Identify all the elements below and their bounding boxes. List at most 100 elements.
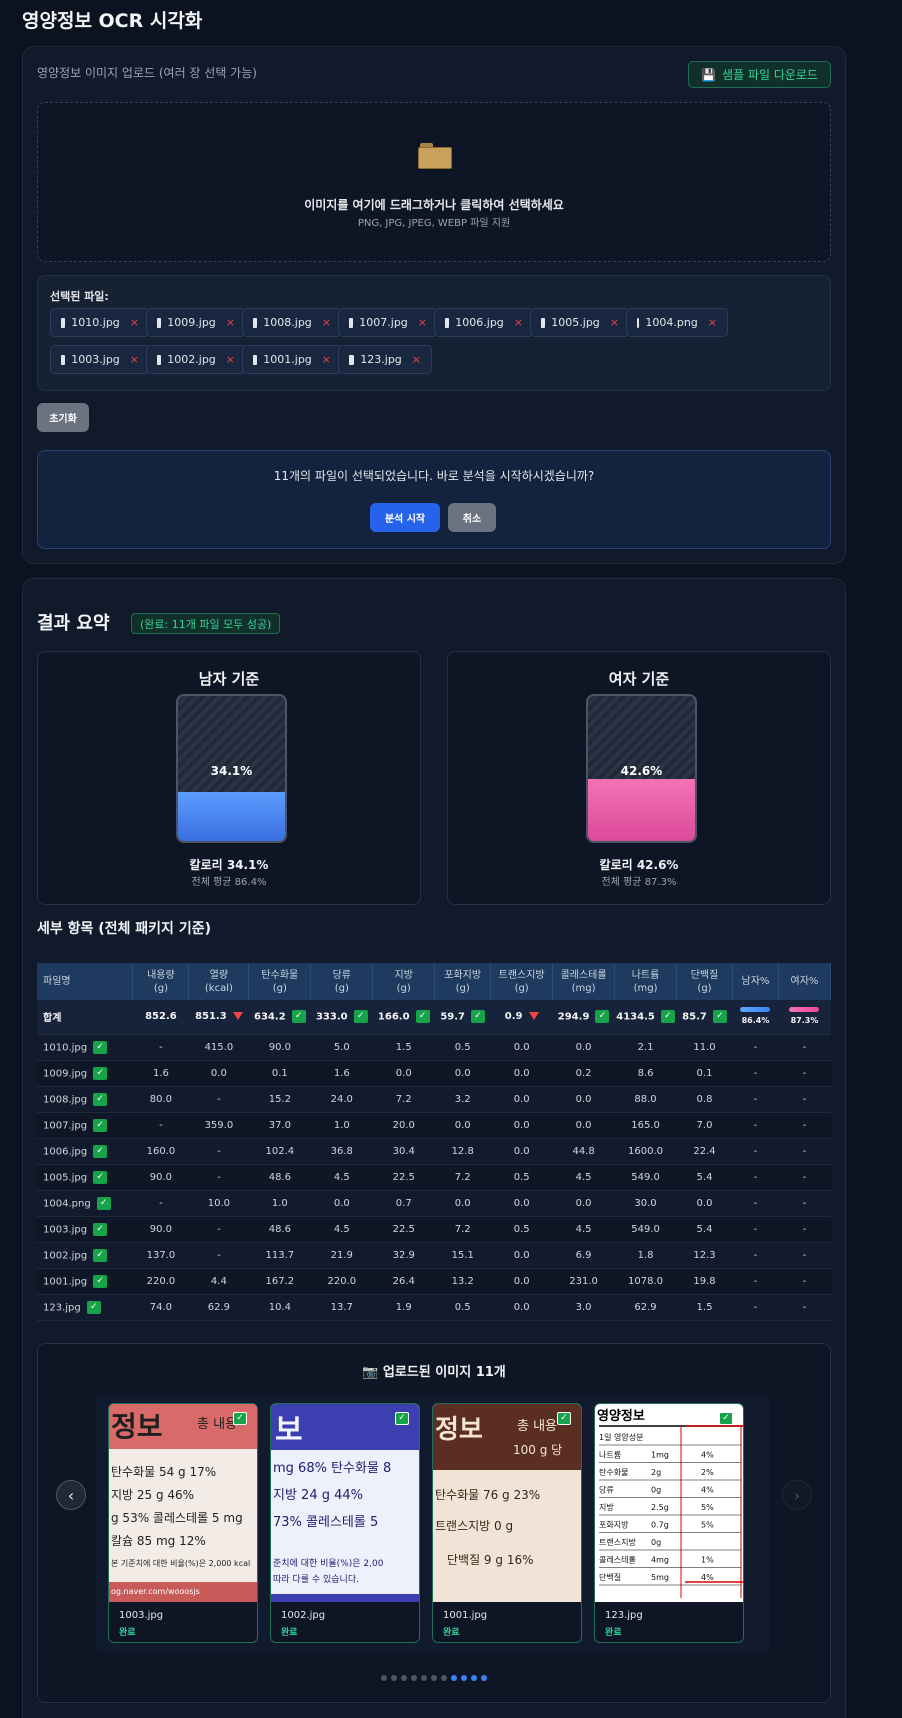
- column-header-unit: (g): [153, 982, 168, 994]
- column-header: 콜레스테롤 (mg): [552, 963, 616, 1000]
- gallery-item[interactable]: 보 mg 68% 탄수화물 8 지방 24 g 44% 73% 콜레스테롤 5 …: [270, 1403, 420, 1643]
- status-badge: (완료: 11개 파일 모두 성공): [131, 613, 281, 634]
- file-name-cell: 1008.jpg ✓: [37, 1086, 133, 1113]
- table-cell: 44.8: [552, 1138, 615, 1165]
- folder-icon: [418, 143, 452, 169]
- table-cell: -: [778, 1190, 831, 1217]
- pagination-dot[interactable]: [421, 1675, 427, 1681]
- pagination-dot[interactable]: [481, 1675, 487, 1681]
- cancel-button[interactable]: 취소: [448, 503, 496, 532]
- file-icon: [541, 317, 546, 328]
- table-cell: 5.4: [676, 1216, 733, 1243]
- pagination-dot[interactable]: [391, 1675, 397, 1681]
- table-cell: 62.9: [188, 1294, 249, 1321]
- thumb4-cell: 1%: [701, 1556, 714, 1565]
- table-cell: 4.5: [552, 1164, 615, 1191]
- total-percent-value: 86.4%: [741, 1016, 770, 1026]
- remove-file-icon[interactable]: ×: [322, 316, 331, 329]
- gallery-next-button[interactable]: ›: [782, 1480, 812, 1510]
- pagination-dot[interactable]: [381, 1675, 387, 1681]
- check-icon: ✓: [93, 1248, 108, 1262]
- female-gauge-title: 여자 기준: [608, 670, 670, 688]
- table-cell: -: [732, 1268, 779, 1295]
- table-cell: 36.8: [310, 1138, 373, 1165]
- table-cell: 3.0: [552, 1294, 615, 1321]
- check-icon: ✓: [93, 1222, 108, 1236]
- thumbnail-name: 1003.jpg: [119, 1610, 164, 1621]
- table-cell: 10.4: [248, 1294, 311, 1321]
- table-cell: 15.1: [434, 1242, 491, 1269]
- female-gauge-jar: 42.6%: [586, 694, 697, 843]
- table-cell: -: [188, 1242, 249, 1269]
- column-header-unit: (g): [514, 982, 529, 994]
- column-header: 나트륨 (mg): [614, 963, 678, 1000]
- column-header-unit: (g): [697, 982, 712, 994]
- thumb4-cell: 당류: [599, 1485, 614, 1495]
- remove-file-icon[interactable]: ×: [226, 316, 235, 329]
- table-cell: 0.0: [490, 1112, 553, 1139]
- table-cell: -: [732, 1060, 779, 1087]
- table-cell: -: [778, 1268, 831, 1295]
- table-cell: 0.0: [490, 1060, 553, 1087]
- gallery-item[interactable]: 영양정보 1일 영양성분 나트륨 1mg 4% 탄수화물 2g 2% 당류 0g 4% 지방 2.5g…: [594, 1403, 744, 1643]
- thumbnail-image: 정보 총 내용 탄수화물 54 g 17% 지방 25 g 46% g 53% …: [109, 1404, 257, 1602]
- dropzone-text: 이미지를 여기에 드래그하거나 클릭하여 선택하세요: [304, 198, 564, 212]
- male-percent-bar: [740, 1007, 771, 1013]
- file-chip: 1007.jpg ×: [338, 308, 438, 337]
- pagination-dot[interactable]: [431, 1675, 437, 1681]
- remove-file-icon[interactable]: ×: [418, 316, 427, 329]
- thumb4-cell: 5%: [701, 1503, 714, 1512]
- gallery-item[interactable]: 정보 총 내용 탄수화물 54 g 17% 지방 25 g 46% g 53% …: [108, 1403, 258, 1643]
- remove-file-icon[interactable]: ×: [412, 353, 421, 366]
- remove-file-icon[interactable]: ×: [322, 353, 331, 366]
- thumb4-cell: 포화지방: [599, 1520, 629, 1530]
- remove-file-icon[interactable]: ×: [130, 316, 139, 329]
- dropzone[interactable]: 이미지를 여기에 드래그하거나 클릭하여 선택하세요 PNG, JPG, JPE…: [37, 102, 831, 262]
- check-icon: ✓: [471, 1010, 486, 1024]
- remove-file-icon[interactable]: ×: [514, 316, 523, 329]
- gallery-prev-button[interactable]: ‹: [56, 1480, 86, 1510]
- start-analysis-button[interactable]: 분석 시작: [370, 503, 440, 532]
- check-icon: ✓: [719, 1412, 733, 1425]
- selected-files-box: 선택된 파일: 1010.jpg × 1009.jpg × 1008.jpg × 1007.…: [37, 275, 831, 391]
- check-icon: ✓: [93, 1040, 108, 1054]
- table-cell: -: [732, 1294, 779, 1321]
- column-header-unit: (kcal): [204, 982, 233, 994]
- gallery-pagination: [38, 1675, 830, 1681]
- table-cell: 0.0: [552, 1190, 615, 1217]
- table-cell: 4.5: [552, 1216, 615, 1243]
- gallery-item[interactable]: 정보 총 내용 100 g 당 탄수화물 76 g 23% 트랜스지방 0 g …: [432, 1403, 582, 1643]
- remove-file-icon[interactable]: ×: [708, 316, 717, 329]
- pagination-dot[interactable]: [441, 1675, 447, 1681]
- gallery-title: 📷 업로드된 이미지 11개: [362, 1365, 506, 1380]
- table-cell: 80.0: [132, 1086, 189, 1113]
- table-cell: 22.4: [676, 1138, 733, 1165]
- remove-file-icon[interactable]: ×: [130, 353, 139, 366]
- pagination-dot[interactable]: [411, 1675, 417, 1681]
- pagination-dot[interactable]: [461, 1675, 467, 1681]
- table-cell: -: [778, 1164, 831, 1191]
- column-header-label: 포화지방: [444, 969, 482, 981]
- table-cell: 10.0: [188, 1190, 249, 1217]
- results-card: 결과 요약 (완료: 11개 파일 모두 성공) 남자 기준 34.1% 칼로리…: [22, 578, 846, 1718]
- total-cell: 634.2 ✓: [248, 1000, 311, 1035]
- column-header-unit: (mg): [571, 982, 596, 994]
- thumb4-cell: 콜레스테롤: [599, 1556, 636, 1565]
- pagination-dot[interactable]: [451, 1675, 457, 1681]
- remove-file-icon[interactable]: ×: [610, 316, 619, 329]
- reset-button[interactable]: 초기화: [37, 403, 89, 432]
- table-cell: 4.4: [188, 1268, 249, 1295]
- thumbnail-status: 완료: [443, 1628, 460, 1638]
- pagination-dot[interactable]: [401, 1675, 407, 1681]
- table-cell: 0.0: [434, 1060, 491, 1087]
- remove-file-icon[interactable]: ×: [226, 353, 235, 366]
- download-icon: 💾: [701, 67, 717, 82]
- pagination-dot[interactable]: [471, 1675, 477, 1681]
- column-header: 포화지방 (g): [434, 963, 492, 1000]
- table-cell: -: [188, 1138, 249, 1165]
- table-cell: 1.0: [248, 1190, 311, 1217]
- thumb4-cell: 4%: [701, 1486, 714, 1495]
- table-cell: 32.9: [372, 1242, 435, 1269]
- table-cell: 220.0: [132, 1268, 189, 1295]
- sample-download-button[interactable]: 💾 샘플 파일 다운로드: [688, 61, 831, 88]
